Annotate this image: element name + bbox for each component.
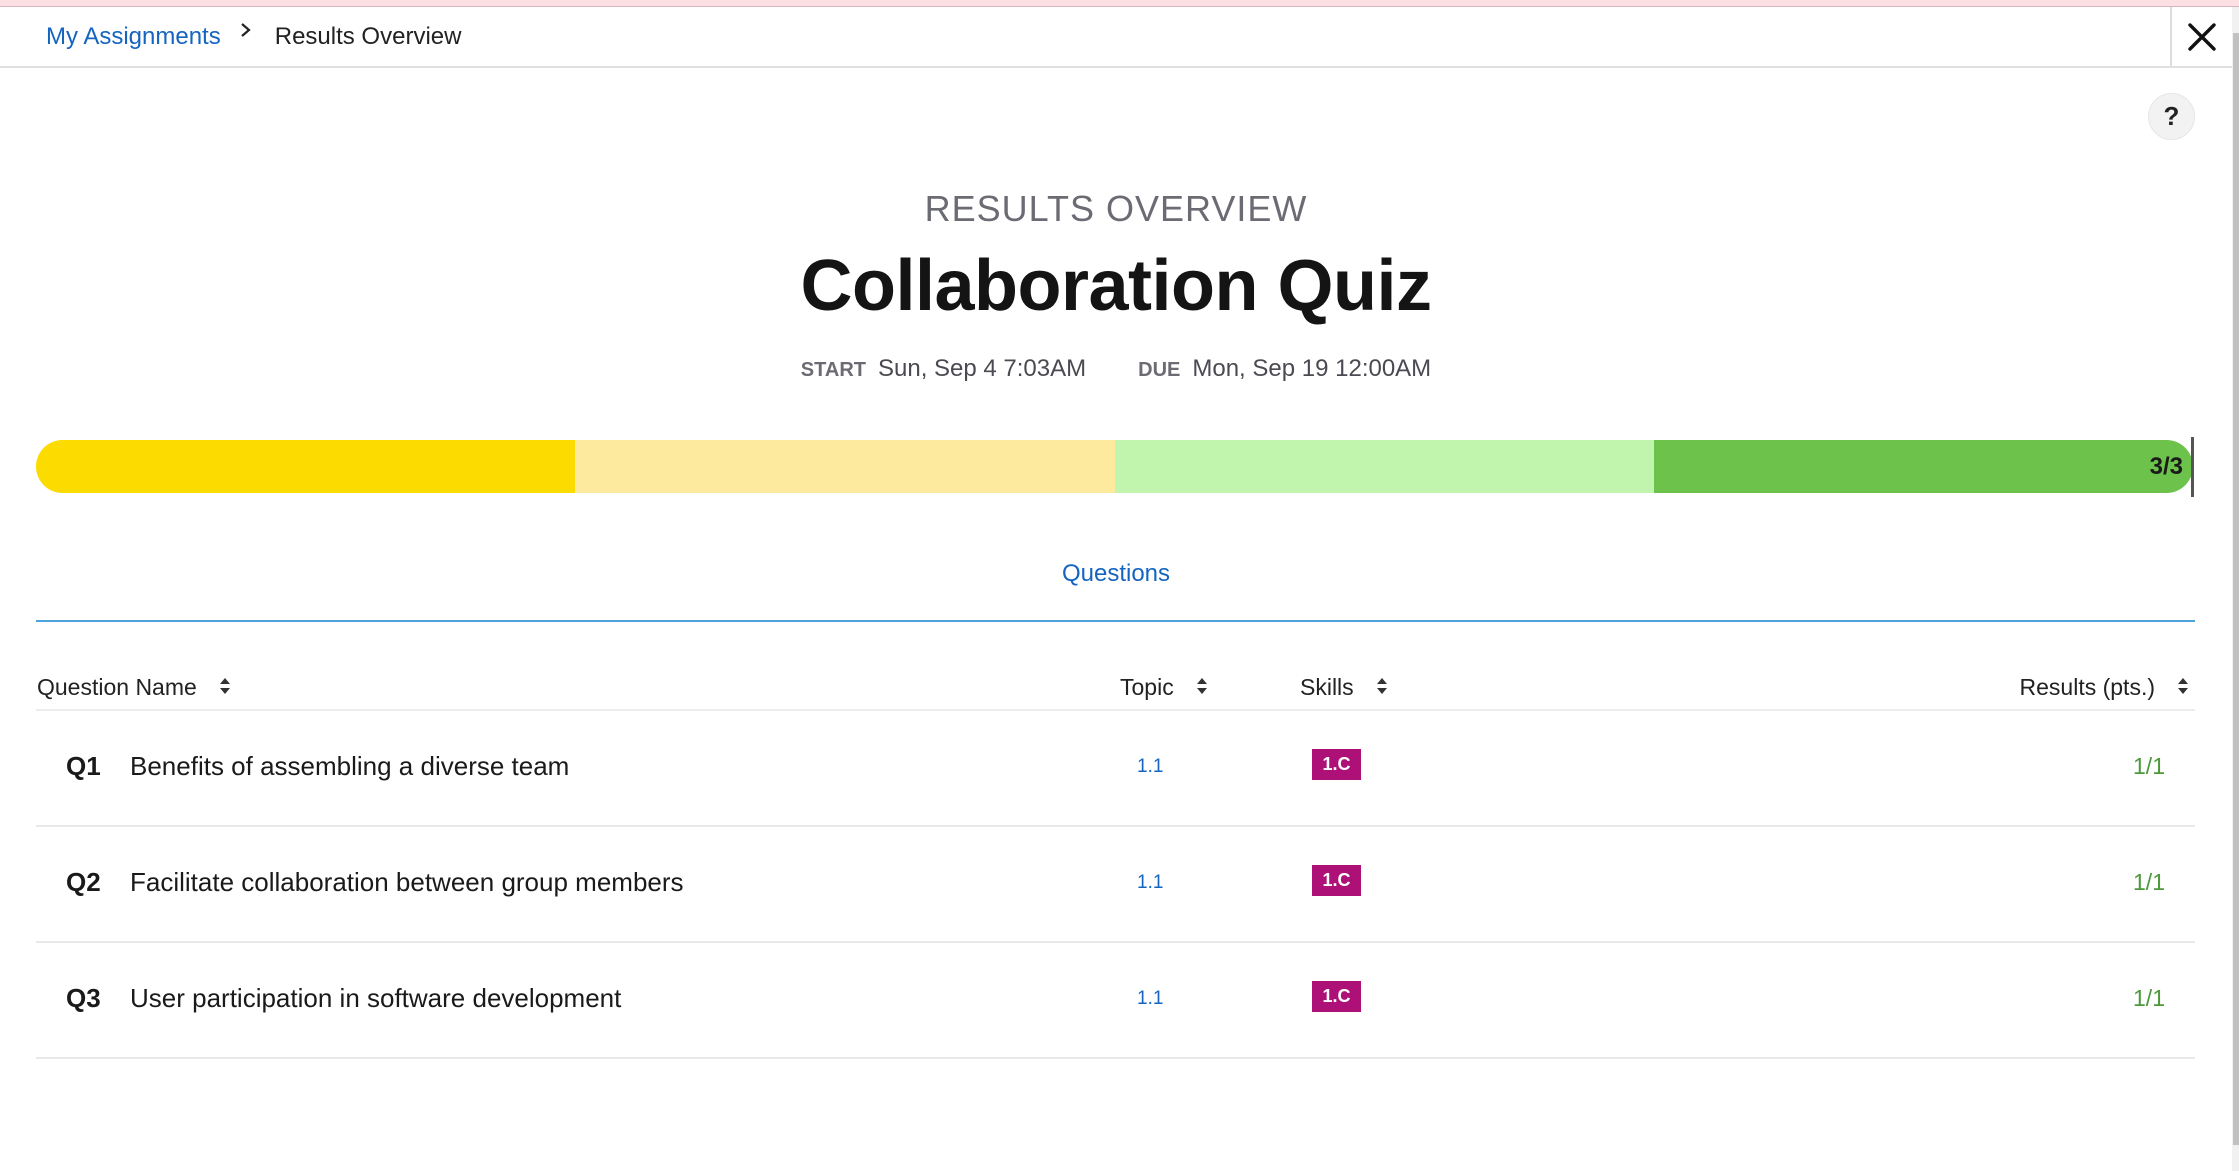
- skill-badge: 1.C: [1312, 981, 1361, 1012]
- sort-icon: [219, 674, 231, 701]
- breadcrumb-current: Results Overview: [274, 22, 462, 50]
- page-header: My Assignments Results Overview: [0, 7, 2232, 68]
- sort-icon: [2177, 674, 2189, 701]
- column-header-results[interactable]: Results (pts.): [2020, 674, 2189, 701]
- column-label: Question Name: [37, 674, 197, 700]
- start-label: START: [800, 359, 866, 381]
- help-button[interactable]: ?: [2148, 93, 2195, 140]
- breadcrumb-my-assignments-link[interactable]: My Assignments: [46, 23, 221, 51]
- column-label: Skills: [1300, 674, 1354, 700]
- progress-segment-2: [575, 440, 1115, 493]
- question-topic-link[interactable]: 1.1: [1137, 872, 1163, 894]
- question-topic-link[interactable]: 1.1: [1137, 756, 1163, 778]
- assignment-title: Collaboration Quiz: [800, 246, 1432, 326]
- table-row[interactable]: Q3 User participation in software develo…: [36, 943, 2195, 1059]
- due-label: DUE: [1138, 359, 1181, 381]
- column-header-question-name[interactable]: Question Name: [37, 674, 231, 701]
- start-date: START Sun, Sep 4 7:03AM: [801, 355, 1086, 383]
- question-number: Q1: [66, 751, 101, 781]
- vertical-scrollbar[interactable]: [2232, 7, 2239, 1171]
- progress-segment-4: 3/3: [1653, 440, 2193, 493]
- column-header-skills[interactable]: Skills: [1300, 674, 1388, 701]
- progress-segment-3: [1114, 440, 1654, 493]
- tab-underline: [36, 620, 2195, 622]
- due-date: DUE Mon, Sep 19 12:00AM: [1138, 355, 1431, 383]
- skill-badge: 1.C: [1312, 865, 1361, 896]
- question-name[interactable]: Facilitate collaboration between group m…: [130, 867, 684, 898]
- score-progress-bar: 3/3: [36, 440, 2193, 493]
- scrollbar-thumb[interactable]: [2233, 33, 2239, 1145]
- column-label: Results (pts.): [2019, 674, 2155, 700]
- question-topic-link[interactable]: 1.1: [1137, 988, 1163, 1010]
- assignment-dates: START Sun, Sep 4 7:03AM DUE Mon, Sep 19 …: [0, 355, 2232, 383]
- table-row[interactable]: Q2 Facilitate collaboration between grou…: [36, 827, 2195, 943]
- close-button[interactable]: [2170, 7, 2232, 66]
- column-header-topic[interactable]: Topic: [1120, 674, 1208, 701]
- question-result: 1/1: [2133, 753, 2165, 779]
- table-header: Question Name Topic Skills Results (pts.…: [36, 660, 2195, 711]
- chevron-right-icon: [239, 22, 253, 44]
- question-number: Q2: [66, 867, 101, 897]
- due-value: Mon, Sep 19 12:00AM: [1192, 355, 1432, 382]
- browser-top-strip: [0, 0, 2239, 7]
- sort-icon: [1376, 674, 1388, 701]
- question-name[interactable]: User participation in software developme…: [130, 983, 621, 1014]
- skill-badge: 1.C: [1312, 749, 1361, 780]
- close-x-icon: [2188, 22, 2216, 51]
- sort-icon: [1196, 674, 1208, 701]
- question-result: 1/1: [2133, 985, 2165, 1011]
- questions-table: Question Name Topic Skills Results (pts.…: [36, 660, 2195, 1059]
- tab-questions[interactable]: Questions: [1020, 560, 1212, 588]
- start-value: Sun, Sep 4 7:03AM: [877, 355, 1087, 382]
- table-row[interactable]: Q1 Benefits of assembling a diverse team…: [36, 711, 2195, 827]
- score-label: 3/3: [2149, 452, 2183, 480]
- question-number: Q3: [66, 983, 101, 1013]
- breadcrumb: My Assignments Results Overview: [46, 7, 461, 66]
- page-eyebrow: RESULTS OVERVIEW: [924, 188, 1308, 229]
- question-name[interactable]: Benefits of assembling a diverse team: [130, 751, 569, 782]
- progress-end-marker: [2191, 437, 2194, 497]
- progress-segment-1: [36, 440, 576, 493]
- question-result: 1/1: [2133, 869, 2165, 895]
- column-label: Topic: [1120, 674, 1174, 700]
